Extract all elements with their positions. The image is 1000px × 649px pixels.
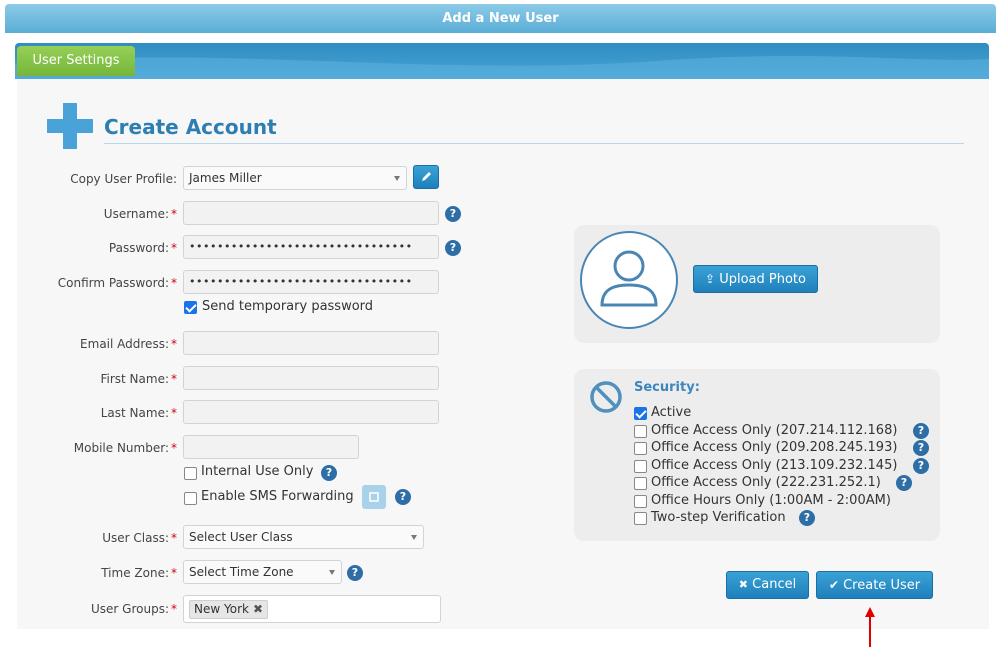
security-checkbox-office-access[interactable] [634, 425, 647, 438]
chevron-down-icon [411, 535, 417, 540]
cancel-button[interactable]: ✖ Cancel [726, 571, 809, 599]
sms-settings-button[interactable] [362, 485, 386, 509]
confirm-password-label: Confirm Password: * [57, 276, 177, 290]
security-checkbox-office-access[interactable] [634, 442, 647, 455]
help-icon[interactable]: ? [395, 489, 411, 505]
send-temp-password-label: Send temporary password [202, 299, 374, 314]
confirm-password-field[interactable]: •••••••••••••••••••••••••••••••• [183, 270, 439, 294]
avatar [580, 231, 678, 329]
tab-strip-wave [15, 56, 989, 79]
plus-icon [47, 103, 93, 149]
help-icon[interactable]: ? [913, 440, 929, 456]
security-option-label: Active [651, 405, 692, 420]
security-option-label: Two-step Verification [651, 510, 786, 525]
help-icon[interactable]: ? [913, 423, 929, 439]
copy-profile-select[interactable]: James Miller [183, 166, 407, 190]
form-area: Create Account Copy User Profile: James … [17, 79, 989, 647]
user-class-label: User Class: * [102, 531, 177, 545]
security-checkbox-office-access[interactable] [634, 477, 647, 490]
close-icon[interactable]: ✖ [253, 602, 263, 616]
security-checkbox-active[interactable] [634, 407, 647, 420]
check-icon: ✔ [828, 578, 839, 592]
help-icon[interactable]: ? [913, 458, 929, 474]
time-zone-value: Select Time Zone [189, 565, 294, 579]
security-checkbox-two-step[interactable] [634, 512, 647, 525]
user-class-select[interactable]: Select User Class [183, 525, 424, 549]
help-icon[interactable]: ? [347, 565, 363, 581]
user-groups-label: User Groups: * [91, 602, 177, 616]
calendar-icon [369, 492, 379, 502]
user-icon [600, 250, 658, 307]
security-title: Security: [634, 380, 700, 395]
first-name-label: First Name: * [100, 372, 177, 386]
time-zone-label: Time Zone: * [101, 566, 177, 580]
copy-profile-value: James Miller [189, 171, 262, 185]
user-class-value: Select User Class [189, 530, 293, 544]
help-icon[interactable]: ? [321, 465, 337, 481]
security-option-label: Office Access Only (209.208.245.193) [651, 440, 898, 455]
close-icon: ✖ [738, 578, 749, 591]
password-field[interactable]: •••••••••••••••••••••••••••••••• [183, 235, 439, 259]
edit-profile-button[interactable] [413, 165, 439, 189]
security-option-label: Office Access Only (207.214.112.168) [651, 423, 898, 438]
internal-use-checkbox[interactable] [184, 467, 197, 480]
help-icon[interactable]: ? [799, 510, 815, 526]
mobile-label: Mobile Number: * [73, 441, 177, 455]
email-label: Email Address: * [80, 337, 177, 351]
user-groups-field[interactable]: New York ✖ [183, 595, 441, 623]
first-name-field[interactable] [183, 366, 439, 390]
password-label: Password: * [108, 241, 177, 255]
send-temp-password-checkbox[interactable] [184, 301, 197, 314]
security-checkbox-office-access[interactable] [634, 460, 647, 473]
security-option-label: Office Access Only (222.231.252.1) [651, 475, 881, 490]
sms-forwarding-label: Enable SMS Forwarding [201, 489, 354, 504]
security-panel: Security: Active Office Access Only (207… [574, 369, 940, 541]
tab-strip: User Settings [15, 43, 989, 79]
block-icon [590, 381, 622, 413]
sms-forwarding-checkbox[interactable] [184, 492, 197, 505]
photo-panel: ⇪ Upload Photo [574, 225, 940, 343]
dialog-title: Add a New User [5, 4, 996, 33]
internal-use-label: Internal Use Only [201, 464, 314, 479]
mobile-field[interactable] [183, 435, 359, 459]
group-tag: New York ✖ [189, 600, 269, 619]
chevron-down-icon [394, 176, 400, 181]
dialog-body: User Settings Create Account Copy User P… [5, 33, 996, 647]
page-title: Create Account [104, 115, 277, 139]
username-field[interactable] [183, 201, 439, 225]
security-option-label: Office Access Only (213.109.232.145) [651, 458, 898, 473]
help-icon[interactable]: ? [445, 240, 461, 256]
security-checkbox-office-hours[interactable] [634, 495, 647, 508]
help-icon[interactable]: ? [896, 475, 912, 491]
title-divider [104, 143, 964, 144]
pencil-icon [422, 172, 431, 181]
email-field[interactable] [183, 331, 439, 355]
arrow-up-icon [865, 607, 875, 647]
security-option-label: Office Hours Only (1:00AM - 2:00AM) [651, 493, 891, 508]
create-user-button[interactable]: ✔ Create User [816, 571, 933, 599]
last-name-label: Last Name: * [100, 406, 177, 420]
upload-photo-button[interactable]: ⇪ Upload Photo [693, 265, 818, 293]
copy-profile-label: Copy User Profile: [70, 172, 177, 186]
username-label: Username: * [103, 207, 177, 221]
time-zone-select[interactable]: Select Time Zone [183, 560, 342, 584]
tab-user-settings[interactable]: User Settings [17, 46, 135, 76]
chevron-down-icon [329, 570, 335, 575]
help-icon[interactable]: ? [445, 206, 461, 222]
last-name-field[interactable] [183, 400, 439, 424]
upload-icon: ⇪ [705, 272, 716, 286]
